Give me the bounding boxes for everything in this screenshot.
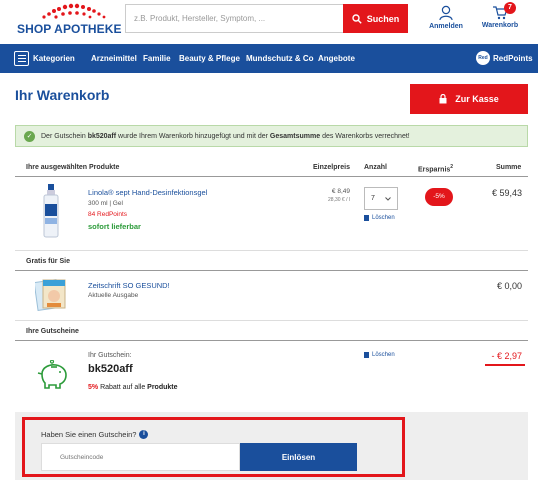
column-header-unit-price: Einzelpreis xyxy=(313,164,350,171)
product-sum: € 59,43 xyxy=(491,188,522,198)
divider xyxy=(15,176,528,177)
nav-item-beauty-pflege[interactable]: Beauty & Pflege xyxy=(179,54,240,63)
main-nav: Kategorien Arzneimittel Familie Beauty &… xyxy=(0,44,538,73)
trash-icon xyxy=(364,215,369,221)
info-icon[interactable]: i xyxy=(139,430,149,439)
coupon-label: Ihr Gutschein: xyxy=(88,352,132,359)
gift-section-heading: Gratis für Sie xyxy=(26,258,70,265)
voucher-code-input[interactable] xyxy=(41,443,240,471)
search-button[interactable]: Suchen xyxy=(343,4,408,33)
savings-badge: -5% xyxy=(425,188,453,206)
voucher-question-text: Haben Sie einen Gutschein? xyxy=(41,430,137,439)
trash-icon xyxy=(364,352,369,358)
cart-count-badge: 7 xyxy=(504,2,516,14)
nav-item-angebote[interactable]: Angebote xyxy=(318,54,355,63)
checkout-label: Zur Kasse xyxy=(455,94,499,104)
checkmark-icon: ✓ xyxy=(24,130,35,142)
product-image[interactable] xyxy=(42,184,60,238)
redpoints-label: RedPoints xyxy=(493,53,533,63)
column-header-savings: Ersparnis2 xyxy=(418,164,454,174)
categories-menu-button[interactable]: Kategorien xyxy=(14,51,75,66)
voucher-question: Haben Sie einen Gutschein? i xyxy=(41,430,149,439)
search-button-label: Suchen xyxy=(366,13,400,24)
piggy-bank-icon xyxy=(37,360,67,389)
coupon-success-notice: ✓ Der Gutschein bk520aff wurde Ihrem War… xyxy=(15,125,528,147)
divider xyxy=(15,340,528,341)
search-input[interactable]: z.B. Produkt, Hersteller, Symptom, ... xyxy=(125,4,343,33)
column-header-products: Ihre ausgewählten Produkte xyxy=(26,164,120,171)
notice-text: Der Gutschein bk520aff wurde Ihrem Waren… xyxy=(41,132,410,140)
divider xyxy=(15,270,528,271)
coupon-delete-button[interactable]: Löschen xyxy=(364,352,395,358)
redpoints-link[interactable]: Red RedPoints xyxy=(476,51,533,65)
product-unit-price: € 8,49 xyxy=(331,188,350,195)
site-header: SHOP APOTHEKE z.B. Produkt, Hersteller, … xyxy=(0,0,538,44)
product-name-link[interactable]: Linola® sept Hand-Desinfektionsgel xyxy=(88,188,207,197)
coupon-section-heading: Ihre Gutscheine xyxy=(26,328,79,335)
delete-label: Löschen xyxy=(372,352,395,358)
brand-logo[interactable]: SHOP APOTHEKE xyxy=(17,22,122,36)
product-base-price: 28,30 € / l xyxy=(328,197,350,203)
nav-item-arzneimittel[interactable]: Arzneimittel xyxy=(91,54,137,63)
product-size: 300 ml | Gel xyxy=(88,200,123,207)
product-redpoints: 84 RedPoints xyxy=(88,211,128,218)
account-link[interactable]: Anmelden xyxy=(428,5,464,30)
redpoints-icon: Red xyxy=(476,51,490,65)
column-header-sum: Summe xyxy=(496,164,522,171)
divider xyxy=(15,250,528,251)
nav-item-familie[interactable]: Familie xyxy=(143,54,171,63)
chevron-down-icon xyxy=(385,196,391,201)
coupon-description: 5% Rabatt auf alle Produkte xyxy=(88,384,178,391)
lock-icon xyxy=(439,94,447,104)
column-header-quantity: Anzahl xyxy=(364,164,387,171)
menu-icon xyxy=(14,51,29,66)
quantity-select[interactable]: 7 xyxy=(364,187,398,210)
user-icon xyxy=(439,5,453,21)
coupon-code: bk520aff xyxy=(88,363,133,375)
brand-logo-dots-icon[interactable] xyxy=(38,2,114,22)
quantity-value: 7 xyxy=(371,195,375,202)
nav-item-mundschutz[interactable]: Mundschutz & Co xyxy=(246,54,314,63)
gift-name-link[interactable]: Zeitschrift SO GESUND! xyxy=(88,281,170,290)
redeem-voucher-button[interactable]: Einlösen xyxy=(240,443,357,471)
coupon-discount-sum: - € 2,97 xyxy=(491,351,522,361)
cart-label: Warenkorb xyxy=(481,22,519,29)
categories-label: Kategorien xyxy=(33,54,75,63)
cart-link[interactable]: 7 Warenkorb xyxy=(480,2,520,29)
product-delete-button[interactable]: Löschen xyxy=(364,215,395,221)
gift-sum: € 0,00 xyxy=(496,281,522,291)
checkout-button[interactable]: Zur Kasse xyxy=(410,84,528,114)
delete-label: Löschen xyxy=(372,215,395,221)
account-label: Anmelden xyxy=(429,23,463,30)
search-icon xyxy=(352,13,362,24)
page-title: Ihr Warenkorb xyxy=(15,87,110,103)
product-availability: sofort lieferbar xyxy=(88,222,141,231)
magazine-image xyxy=(35,279,66,311)
divider xyxy=(15,320,528,321)
discount-underline xyxy=(485,364,525,366)
gift-subtitle: Aktuelle Ausgabe xyxy=(88,292,139,299)
